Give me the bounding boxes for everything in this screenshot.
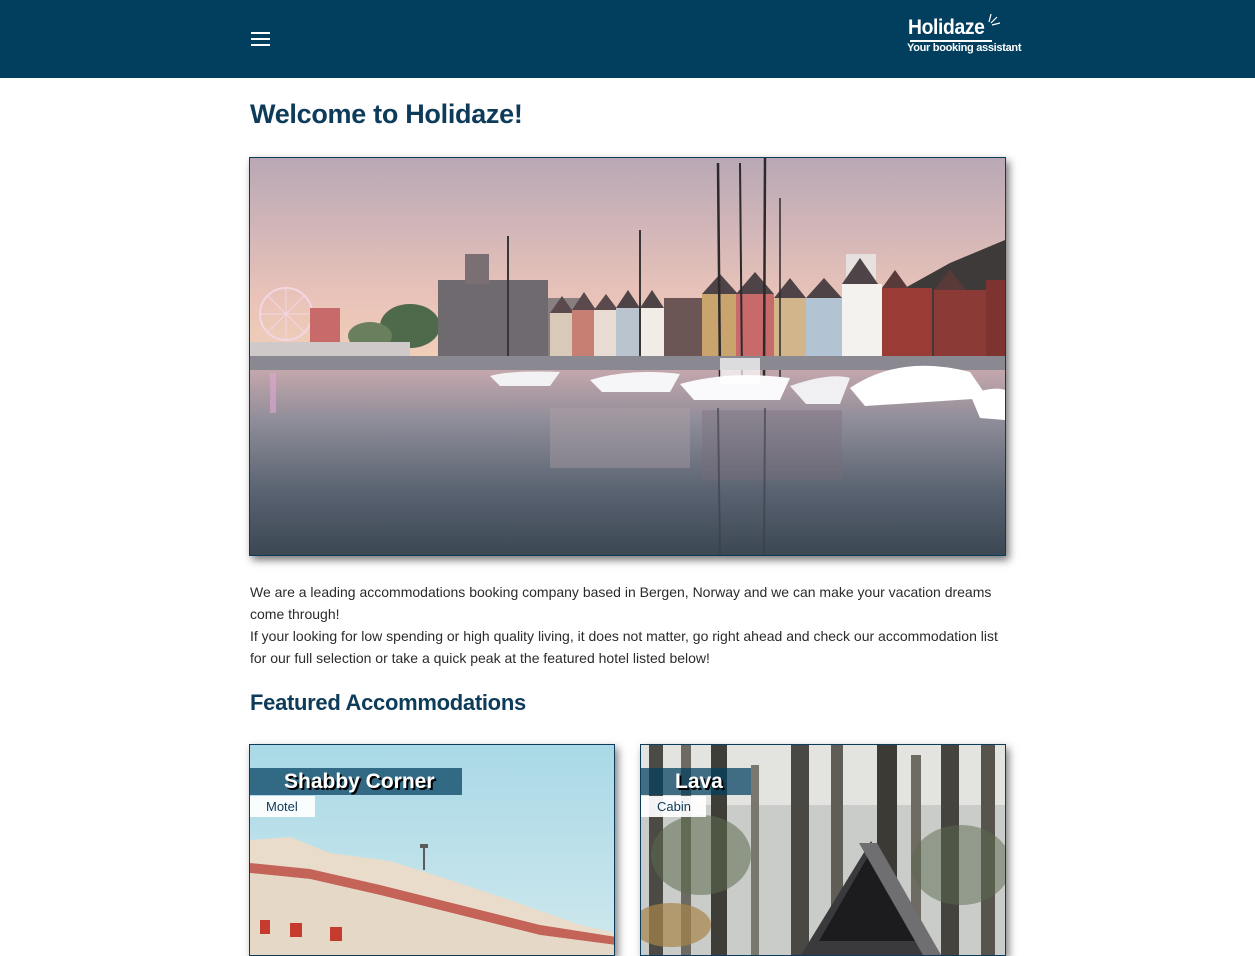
- featured-accommodations-title: Featured Accommodations: [250, 690, 526, 715]
- hero-image: [249, 157, 1006, 556]
- logo-tagline: Your booking assistant: [907, 42, 1022, 54]
- top-navigation-bar: Holidaze Your booking assistant: [0, 0, 1255, 78]
- card-type: Cabin: [641, 796, 706, 817]
- intro-text: We are a leading accommodations booking …: [250, 581, 1010, 669]
- hamburger-menu-icon[interactable]: [250, 30, 272, 48]
- card-name: Lava: [641, 768, 751, 795]
- accommodation-card-lava[interactable]: Lava Cabin: [640, 744, 1006, 956]
- page-title: Welcome to Holidaze!: [250, 99, 523, 129]
- accommodation-card-shabby-corner[interactable]: Shabby Corner Motel: [249, 744, 615, 956]
- logo-name: Holidaze: [908, 16, 985, 39]
- intro-line-2: If your looking for low spending or high…: [250, 628, 998, 666]
- sun-rays-icon: [988, 13, 1001, 26]
- holidaze-logo[interactable]: Holidaze Your booking assistant: [900, 10, 1022, 60]
- card-type: Motel: [250, 796, 315, 817]
- intro-line-1: We are a leading accommodations booking …: [250, 584, 992, 622]
- card-name: Shabby Corner: [250, 768, 462, 795]
